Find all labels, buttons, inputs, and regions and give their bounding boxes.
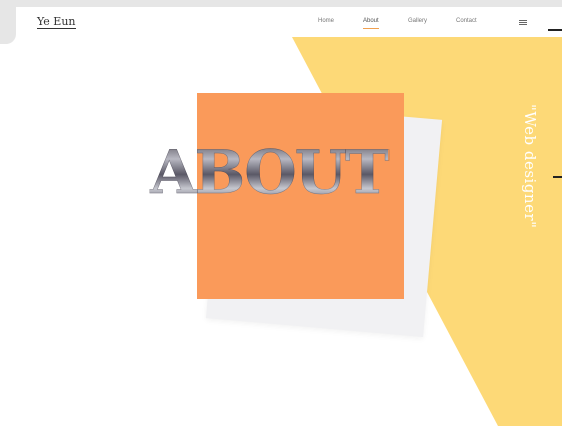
tagline: "Web designer"	[521, 104, 539, 229]
nav-contact[interactable]: Contact	[456, 18, 477, 24]
about-page: ABOUT "Web designer" Ye Eun Home About G…	[0, 0, 562, 426]
window-corner	[0, 0, 16, 44]
decorative-dash	[553, 176, 562, 178]
hamburger-menu-icon[interactable]	[519, 20, 527, 25]
site-logo[interactable]: Ye Eun	[37, 16, 76, 29]
decorative-dash	[548, 29, 562, 31]
nav-home[interactable]: Home	[318, 18, 334, 24]
nav-about[interactable]: About	[363, 18, 379, 29]
page-title: ABOUT	[150, 138, 390, 209]
nav-gallery[interactable]: Gallery	[408, 18, 427, 24]
window-top-edge	[0, 0, 562, 7]
site-header: Ye Eun Home About Gallery Contact	[16, 7, 562, 37]
